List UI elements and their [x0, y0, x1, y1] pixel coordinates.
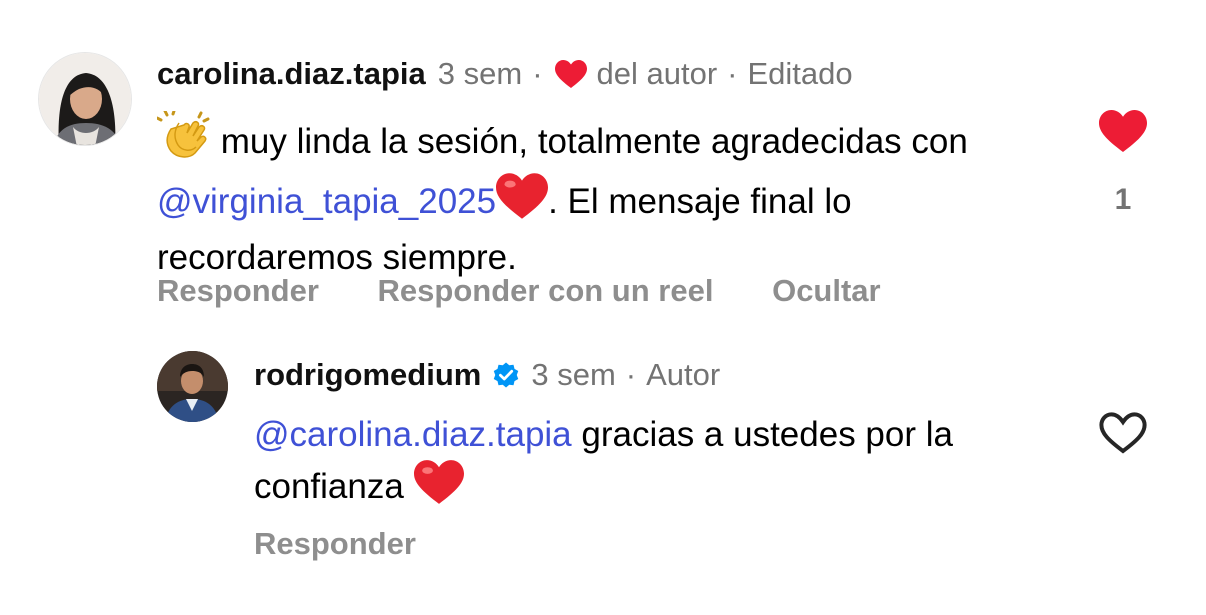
meta-separator: ·: [532, 56, 543, 91]
heart-icon: [1099, 110, 1147, 152]
like-count[interactable]: 1: [1100, 183, 1146, 217]
avatar[interactable]: [38, 52, 132, 146]
mention-link[interactable]: @virginia_tapia_2025: [157, 182, 496, 221]
comment-username[interactable]: rodrigomedium: [254, 357, 481, 393]
reply-button[interactable]: Responder: [254, 526, 416, 561]
hide-button[interactable]: Ocultar: [772, 273, 881, 308]
comment-actions: Responder Responder con un reel Ocultar: [157, 273, 931, 309]
comment-time: 3 sem: [531, 357, 616, 392]
verified-badge-icon: [491, 360, 521, 390]
author-label: Autor: [646, 357, 721, 392]
clapping-hands-emoji: [155, 109, 211, 173]
heart-icon: [554, 60, 587, 88]
heart-outline-icon: [1099, 412, 1147, 454]
comment-meta: rodrigomedium 3 sem · Autor: [254, 357, 720, 393]
avatar[interactable]: [157, 351, 228, 422]
comment-text-part: muy linda la sesión, totalmente agradeci…: [211, 122, 968, 161]
comment-time: 3 sem: [437, 56, 523, 91]
like-button[interactable]: [1099, 110, 1147, 157]
comment-username[interactable]: carolina.diaz.tapia: [157, 56, 426, 92]
meta-separator: ·: [727, 56, 738, 91]
comment-meta: carolina.diaz.tapia 3 sem · del autor · …: [157, 56, 853, 92]
comment-actions: Responder: [254, 526, 466, 562]
mention-link[interactable]: @carolina.diaz.tapia: [254, 415, 572, 454]
meta-separator: ·: [625, 357, 637, 392]
comment-text: @carolina.diaz.tapia gracias a ustedes p…: [254, 410, 1074, 518]
heart-emoji: [496, 173, 549, 233]
reply-with-reel-button[interactable]: Responder con un reel: [378, 273, 714, 308]
liked-by-author-label: del autor: [596, 56, 718, 91]
heart-emoji: [413, 460, 464, 518]
comment-text: muy linda la sesión, totalmente agradeci…: [155, 109, 1057, 283]
like-button[interactable]: [1099, 412, 1147, 459]
edited-label: Editado: [747, 56, 853, 91]
reply-button[interactable]: Responder: [157, 273, 319, 308]
